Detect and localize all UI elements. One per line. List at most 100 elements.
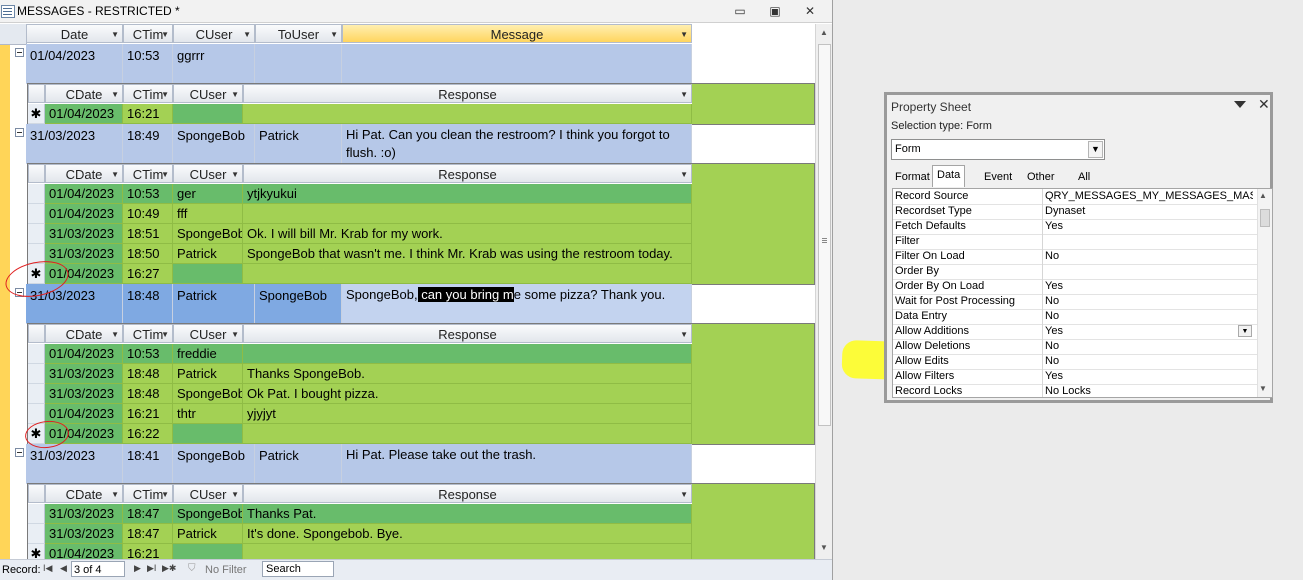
cell-message[interactable]: SpongeBob, can you bring me some pizza? … xyxy=(342,284,692,324)
cell-cuser[interactable]: SpongeBob xyxy=(173,444,255,484)
sub-cell-cdate[interactable]: 01/04/2023 xyxy=(45,544,123,559)
sub-cell-ctime[interactable]: 16:22 xyxy=(123,424,173,444)
property-value[interactable] xyxy=(1045,264,1253,279)
restore-button[interactable]: ▣ xyxy=(765,2,785,20)
property-value[interactable]: No xyxy=(1045,309,1253,324)
property-row[interactable]: Allow Additions Yes ▼ xyxy=(893,324,1257,340)
chevron-down-icon[interactable]: ▼ xyxy=(231,325,239,342)
search-input[interactable]: Search xyxy=(262,561,334,577)
cell-touser[interactable]: Patrick xyxy=(255,444,342,484)
collapse-icon[interactable] xyxy=(15,448,24,457)
tab-all[interactable]: All xyxy=(1074,168,1094,186)
sub-cell-ctime[interactable]: 18:51 xyxy=(123,224,173,244)
cell-touser[interactable]: SpongeBob xyxy=(255,284,342,324)
sub-cell-cuser[interactable]: Patrick xyxy=(173,524,243,544)
sub-cell-response[interactable]: yjyjyt xyxy=(243,404,692,424)
sub-header-ctime[interactable]: CTim ▼ xyxy=(123,324,173,343)
property-row[interactable]: Allow Deletions No xyxy=(893,339,1257,355)
sub-cell-cuser[interactable] xyxy=(173,424,243,444)
scroll-down-icon[interactable]: ▼ xyxy=(816,541,832,555)
row-selector[interactable] xyxy=(28,384,45,404)
property-value[interactable]: No xyxy=(1045,249,1253,264)
sub-cell-ctime[interactable]: 18:48 xyxy=(123,384,173,404)
sub-cell-response[interactable]: Thanks SpongeBob. xyxy=(243,364,692,384)
chevron-down-icon[interactable]: ▼ xyxy=(161,325,169,342)
current-record-input[interactable]: 3 of 4 xyxy=(71,561,125,577)
object-selector[interactable]: Form ▼ xyxy=(891,139,1105,160)
tab-data[interactable]: Data xyxy=(932,165,966,187)
property-scrollbar[interactable]: ▲ ▼ xyxy=(1257,189,1272,397)
chevron-down-icon[interactable]: ▼ xyxy=(1238,325,1252,337)
sub-header-response[interactable]: Response ▼ xyxy=(243,84,692,103)
new-record-icon[interactable]: ✱ xyxy=(28,544,45,559)
cell-time[interactable]: 18:49 xyxy=(123,124,173,164)
cell-cuser[interactable]: SpongeBob xyxy=(173,124,255,164)
sub-cell-ctime[interactable]: 18:47 xyxy=(123,524,173,544)
cell-date[interactable]: 31/03/2023 xyxy=(26,124,123,164)
sub-cell-ctime[interactable]: 10:53 xyxy=(123,344,173,364)
sub-cell-response[interactable]: Thanks Pat. xyxy=(243,504,692,524)
sub-header-cdate[interactable]: CDate ▼ xyxy=(45,164,123,183)
cell-date[interactable]: 01/04/2023 xyxy=(26,44,123,84)
property-row[interactable]: Order By xyxy=(893,264,1257,280)
sub-cell-cuser[interactable]: Patrick xyxy=(173,244,243,264)
cell-message[interactable]: Hi Pat. Can you clean the restroom? I th… xyxy=(342,124,692,164)
chevron-down-icon[interactable]: ▼ xyxy=(680,165,688,182)
property-row[interactable]: Wait for Post Processing No xyxy=(893,294,1257,310)
row-selector[interactable] xyxy=(28,524,45,544)
sub-cell-cuser[interactable]: SpongeBob xyxy=(173,384,243,404)
sub-cell-response[interactable] xyxy=(243,344,692,364)
close-button[interactable]: ✕ xyxy=(800,2,820,20)
sub-header-cuser[interactable]: CUser ▼ xyxy=(173,484,243,503)
sub-cell-cuser[interactable]: SpongeBob xyxy=(173,504,243,524)
row-selector[interactable] xyxy=(28,184,45,204)
chevron-down-icon[interactable]: ▼ xyxy=(231,485,239,502)
chevron-down-icon[interactable]: ▼ xyxy=(680,485,688,502)
sub-cell-response[interactable] xyxy=(243,424,692,444)
sub-cell-ctime[interactable]: 10:53 xyxy=(123,184,173,204)
sub-cell-cuser[interactable]: SpongeBob xyxy=(173,224,243,244)
cell-touser[interactable] xyxy=(255,44,342,84)
no-filter-button[interactable]: No Filter xyxy=(205,564,247,576)
property-value[interactable]: No Locks xyxy=(1045,384,1253,397)
sub-cell-response[interactable] xyxy=(243,104,692,124)
chevron-down-icon[interactable]: ▼ xyxy=(330,25,338,42)
sub-header-cdate[interactable]: CDate ▼ xyxy=(45,484,123,503)
sub-cell-cuser[interactable] xyxy=(173,104,243,124)
chevron-down-icon[interactable]: ▼ xyxy=(111,165,119,182)
property-value[interactable]: Yes xyxy=(1045,369,1253,384)
first-record-icon[interactable]: I◀ xyxy=(43,563,52,574)
subform-select-all[interactable] xyxy=(28,84,45,103)
header-date[interactable]: Date ▼ xyxy=(26,24,123,43)
selected-text[interactable]: can you bring m xyxy=(417,287,514,302)
header-ctime[interactable]: CTim ▼ xyxy=(123,24,173,43)
header-touser[interactable]: ToUser ▼ xyxy=(255,24,342,43)
minimize-button[interactable]: ▭ xyxy=(730,2,750,20)
last-record-icon[interactable]: ▶I xyxy=(147,563,156,574)
sub-cell-response[interactable] xyxy=(243,204,692,224)
sub-cell-cdate[interactable]: 01/04/2023 xyxy=(45,184,123,204)
property-row[interactable]: Filter xyxy=(893,234,1257,250)
next-record-icon[interactable]: ▶ xyxy=(134,563,141,574)
cell-time[interactable]: 18:41 xyxy=(123,444,173,484)
sub-cell-ctime[interactable]: 10:49 xyxy=(123,204,173,224)
sub-cell-response[interactable]: SpongeBob that wasn't me. I think Mr. Kr… xyxy=(243,244,692,264)
sub-header-ctime[interactable]: CTim ▼ xyxy=(123,484,173,503)
sub-header-cdate[interactable]: CDate ▼ xyxy=(45,324,123,343)
property-value[interactable]: Yes xyxy=(1045,219,1253,234)
sub-cell-cuser[interactable]: thtr xyxy=(173,404,243,424)
chevron-down-icon[interactable]: ▼ xyxy=(161,485,169,502)
cell-date[interactable]: 31/03/2023 xyxy=(26,444,123,484)
property-value[interactable]: Yes xyxy=(1045,279,1253,294)
chevron-down-icon[interactable]: ▼ xyxy=(111,85,119,102)
collapse-icon[interactable] xyxy=(15,128,24,137)
property-value[interactable]: Dynaset xyxy=(1045,204,1253,219)
subform-select-all[interactable] xyxy=(28,164,45,183)
sub-cell-cdate[interactable]: 31/03/2023 xyxy=(45,244,123,264)
sub-cell-ctime[interactable]: 18:47 xyxy=(123,504,173,524)
new-record-icon[interactable]: ✱ xyxy=(28,104,45,124)
scroll-thumb[interactable] xyxy=(1260,209,1270,227)
cell-message[interactable] xyxy=(342,44,692,84)
chevron-down-icon[interactable]: ▼ xyxy=(161,165,169,182)
property-value[interactable]: QRY_MESSAGES_MY_MESSAGES_MASTER xyxy=(1045,189,1253,204)
